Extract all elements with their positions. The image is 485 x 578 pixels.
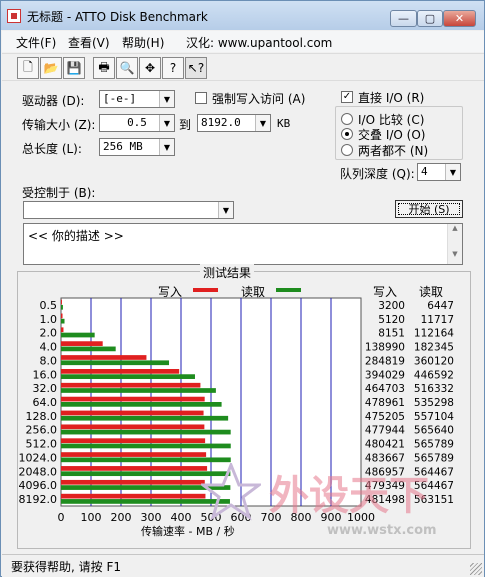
overlap-io-radio[interactable] xyxy=(341,128,353,140)
io-compare-radio[interactable] xyxy=(341,113,353,125)
transfer-to-select[interactable]: 8192.0 ▼ xyxy=(197,114,271,132)
resize-grip[interactable] xyxy=(470,563,482,575)
menu-file[interactable]: 文件(F) xyxy=(16,34,56,51)
status-bar: 要获得帮助, 请按 F1 xyxy=(2,554,484,577)
results-title: 测试结果 xyxy=(200,264,255,281)
chevron-down-icon: ▼ xyxy=(255,115,270,131)
close-icon: ✕ xyxy=(454,12,465,25)
total-length-select[interactable]: 256 MB ▼ xyxy=(99,138,175,156)
chevron-down-icon: ▼ xyxy=(159,91,174,107)
open-folder-icon[interactable]: 📂 xyxy=(40,57,62,79)
total-length-value: 256 MB xyxy=(103,140,143,153)
chevron-down-icon: ▼ xyxy=(445,164,460,180)
description-text: << 你的描述 >> xyxy=(28,229,124,243)
start-button[interactable]: 开始 (S) xyxy=(395,200,463,218)
neither-radio[interactable] xyxy=(341,144,353,156)
neither-label: 两者都不 (N) xyxy=(358,144,429,158)
status-text: 要获得帮助, 请按 F1 xyxy=(11,560,121,574)
menu-localization[interactable]: 汉化: www.upantool.com xyxy=(186,34,332,51)
kb-label: KB xyxy=(277,117,291,130)
print-icon[interactable]: 🖶 xyxy=(93,57,115,79)
transfer-to-value: 8192.0 xyxy=(201,116,241,129)
new-document-icon[interactable]: 🗋 xyxy=(17,57,39,79)
app-icon xyxy=(7,9,21,23)
legend-write-swatch xyxy=(193,288,218,292)
watermark-star-logo xyxy=(201,463,261,521)
legend-write-label: 写入 xyxy=(158,285,183,299)
queue-depth-select[interactable]: 4 ▼ xyxy=(417,163,461,181)
chevron-down-icon: ▼ xyxy=(218,202,233,218)
minimize-icon: — xyxy=(398,12,409,25)
column-write-header: 写入 xyxy=(373,285,398,299)
title-bar[interactable]: 无标题 - ATTO Disk Benchmark — ▢ ✕ xyxy=(1,1,484,30)
minimize-button[interactable]: — xyxy=(390,10,417,27)
toolbar: 🗋 📂 💾 🖶 🔍 ✥ ? ↖? xyxy=(2,53,484,81)
menu-bar: 文件(F) 查看(V) 帮助(H) 汉化: www.upantool.com xyxy=(2,31,484,52)
drive-label: 驱动器 (D): xyxy=(22,94,85,108)
controlled-by-label: 受控制于 (B): xyxy=(22,186,96,200)
move-icon[interactable]: ✥ xyxy=(139,57,161,79)
close-button[interactable]: ✕ xyxy=(443,10,476,27)
print-preview-icon[interactable]: 🔍 xyxy=(116,57,138,79)
legend-read-label: 读取 xyxy=(241,285,266,299)
to-label: 到 xyxy=(179,118,192,132)
chevron-down-icon: ▼ xyxy=(159,139,174,155)
queue-depth-value: 4 xyxy=(421,165,428,178)
drive-value: [-e-] xyxy=(103,92,137,105)
transfer-from-value: 0.5 xyxy=(127,116,147,129)
force-write-label: 强制写入访问 (A) xyxy=(212,92,306,106)
description-scrollbar[interactable]: ▲ ▼ xyxy=(447,224,462,264)
transfer-size-label: 传输大小 (Z): xyxy=(22,118,96,132)
direct-io-checkbox[interactable]: ✓ xyxy=(341,91,353,103)
column-read-header: 读取 xyxy=(419,285,444,299)
total-length-label: 总长度 (L): xyxy=(22,142,82,156)
maximize-button[interactable]: ▢ xyxy=(417,10,443,27)
chart-x-axis-label: 传输速率 - MB / 秒 xyxy=(141,525,235,538)
force-write-checkbox[interactable] xyxy=(195,92,207,104)
direct-io-label: 直接 I/O (R) xyxy=(358,91,425,105)
transfer-from-select[interactable]: 0.5 ▼ xyxy=(99,114,175,132)
drive-select[interactable]: [-e-] ▼ xyxy=(99,90,175,108)
save-icon[interactable]: 💾 xyxy=(63,57,85,79)
help-icon[interactable]: ? xyxy=(162,57,184,79)
controlled-by-select[interactable]: ▼ xyxy=(23,201,234,219)
menu-help[interactable]: 帮助(H) xyxy=(122,34,164,51)
queue-depth-label: 队列深度 (Q): xyxy=(340,167,415,181)
legend-read-swatch xyxy=(276,288,301,292)
watermark-text: 外设天下 xyxy=(269,473,429,519)
chevron-down-icon: ▼ xyxy=(159,115,174,131)
app-window: 无标题 - ATTO Disk Benchmark — ▢ ✕ 文件(F) 查看… xyxy=(0,0,485,577)
menu-view[interactable]: 查看(V) xyxy=(68,34,110,51)
maximize-icon: ▢ xyxy=(424,12,436,25)
description-textarea[interactable]: << 你的描述 >> ▲ ▼ xyxy=(23,223,463,265)
watermark-url: www.wstx.com xyxy=(327,523,437,538)
overlap-io-label: 交叠 I/O (O) xyxy=(358,128,426,142)
context-help-icon[interactable]: ↖? xyxy=(185,57,207,79)
window-title: 无标题 - ATTO Disk Benchmark xyxy=(27,10,208,24)
